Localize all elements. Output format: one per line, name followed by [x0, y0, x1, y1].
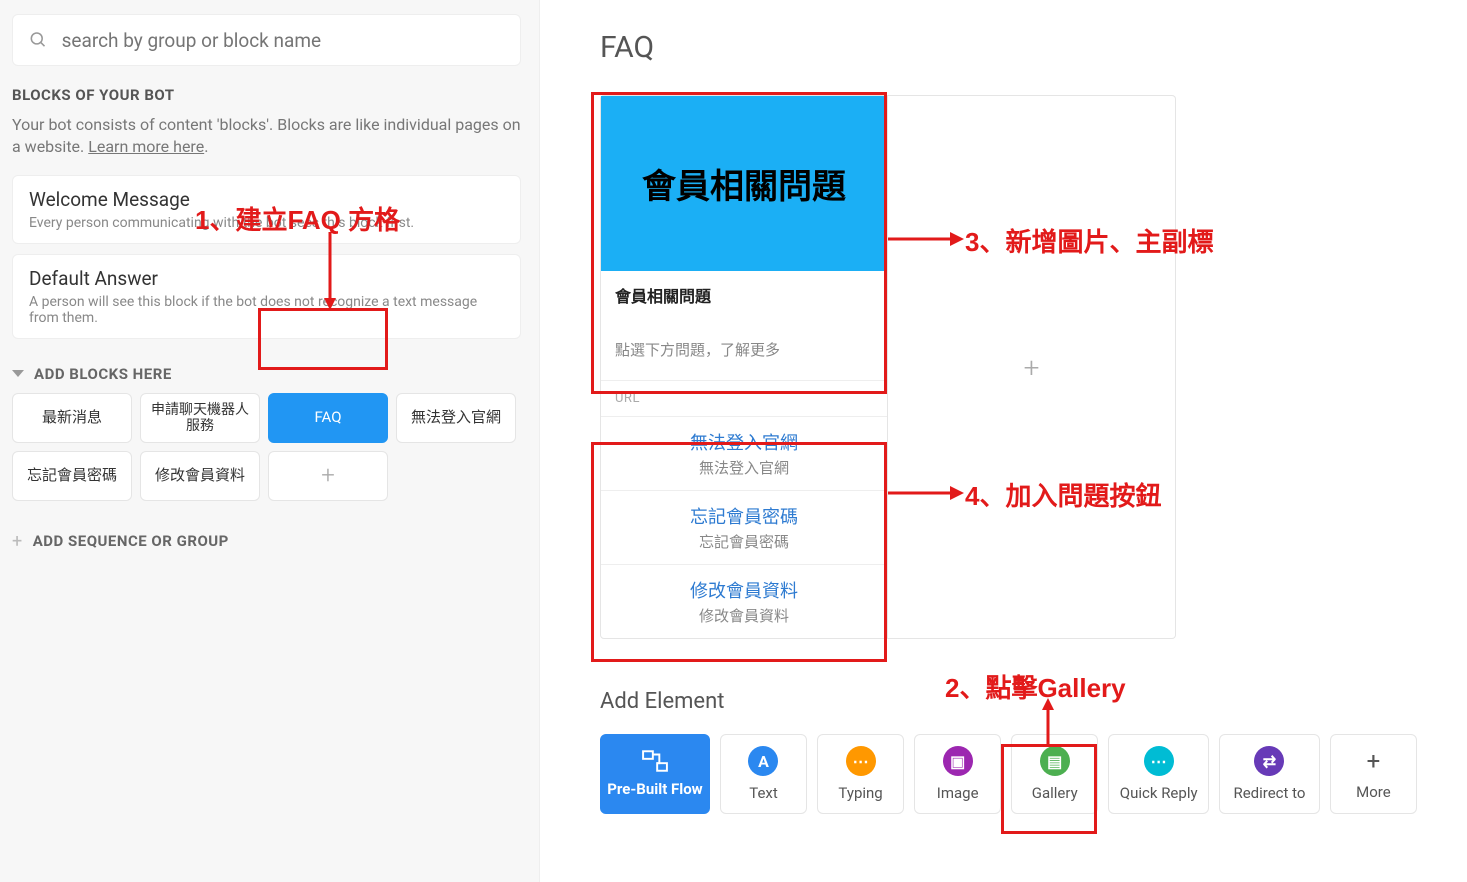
section-title: BLOCKS OF YOUR BOT — [12, 86, 521, 104]
image-icon: ▣ — [943, 746, 973, 776]
quick-reply-button[interactable]: ⋯ Quick Reply — [1108, 734, 1209, 814]
welcome-title: Welcome Message — [29, 188, 504, 211]
gallery-icon: ▤ — [1040, 746, 1070, 776]
blocks-grid: 最新消息 申請聊天機器人服務 FAQ 無法登入官網 忘記會員密碼 修改會員資料 … — [12, 393, 521, 501]
image-button[interactable]: ▣ Image — [914, 734, 1001, 814]
welcome-block[interactable]: Welcome Message Every person communicati… — [12, 175, 521, 244]
page-title: FAQ — [600, 30, 1417, 65]
default-block[interactable]: Default Answer A person will see this bl… — [12, 254, 521, 339]
default-title: Default Answer — [29, 267, 504, 290]
block-chip[interactable]: 最新消息 — [12, 393, 132, 443]
card-button-title: 無法登入官網 — [615, 429, 873, 455]
add-element-title: Add Element — [600, 689, 1417, 714]
welcome-desc: Every person communicating with the bot … — [29, 215, 504, 231]
card-body: 會員相關問題 點選下方問題，了解更多 — [601, 271, 887, 380]
card-buttons: 無法登入官網 無法登入官網 忘記會員密碼 忘記會員密碼 修改會員資料 修改會員資… — [601, 416, 887, 638]
block-chip[interactable]: 修改會員資料 — [140, 451, 260, 501]
add-group-row[interactable]: + ADD SEQUENCE OR GROUP — [12, 531, 521, 552]
text-button[interactable]: A Text — [720, 734, 807, 814]
flow-icon — [642, 750, 668, 772]
url-field[interactable]: URL — [601, 380, 887, 416]
card-title[interactable]: 會員相關問題 — [615, 283, 873, 307]
learn-more-link[interactable]: Learn more here — [88, 137, 204, 156]
search-input[interactable] — [62, 29, 504, 52]
card-button-title: 修改會員資料 — [615, 577, 873, 603]
sidebar: BLOCKS OF YOUR BOT Your bot consists of … — [0, 0, 540, 882]
gallery-editor: 會員相關問題 會員相關問題 點選下方問題，了解更多 URL 無法登入官網 無法登… — [600, 95, 1417, 639]
plus-icon: + — [12, 531, 23, 552]
card-button-title: 忘記會員密碼 — [615, 503, 873, 529]
redirect-button[interactable]: ⇄ Redirect to — [1219, 734, 1320, 814]
block-chip-faq[interactable]: FAQ — [268, 393, 388, 443]
add-group-label: ADD SEQUENCE OR GROUP — [33, 532, 229, 550]
group-header[interactable]: ADD BLOCKS HERE — [12, 365, 521, 383]
card-button-sub: 無法登入官網 — [615, 457, 873, 478]
section-desc: Your bot consists of content 'blocks'. B… — [12, 114, 521, 159]
card-image[interactable]: 會員相關問題 — [601, 96, 887, 271]
search-icon — [29, 30, 48, 50]
card-button-sub: 忘記會員密碼 — [615, 531, 873, 552]
gallery-card[interactable]: 會員相關問題 會員相關問題 點選下方問題，了解更多 URL 無法登入官網 無法登… — [600, 95, 888, 639]
add-card-button[interactable]: + — [888, 95, 1176, 639]
text-icon: A — [748, 746, 778, 776]
add-block-button[interactable]: + — [268, 451, 388, 501]
typing-button[interactable]: ⋯ Typing — [817, 734, 904, 814]
quick-reply-icon: ⋯ — [1144, 746, 1174, 776]
caret-down-icon — [12, 370, 24, 377]
plus-icon: + — [1024, 351, 1040, 384]
default-desc: A person will see this block if the bot … — [29, 294, 504, 326]
redirect-icon: ⇄ — [1254, 746, 1284, 776]
group-label: ADD BLOCKS HERE — [34, 365, 172, 383]
block-chip[interactable]: 無法登入官網 — [396, 393, 516, 443]
search-box[interactable] — [12, 14, 521, 66]
more-button[interactable]: + More — [1330, 734, 1417, 814]
card-button-sub: 修改會員資料 — [615, 605, 873, 626]
prebuilt-flow-button[interactable]: Pre-Built Flow — [600, 734, 710, 814]
card-button[interactable]: 修改會員資料 修改會員資料 — [601, 564, 887, 638]
plus-icon: + — [1367, 747, 1381, 775]
card-button[interactable]: 忘記會員密碼 忘記會員密碼 — [601, 490, 887, 564]
element-row: Pre-Built Flow A Text ⋯ Typing ▣ Image ▤… — [600, 734, 1417, 814]
block-chip[interactable]: 申請聊天機器人服務 — [140, 393, 260, 443]
gallery-button[interactable]: ▤ Gallery — [1011, 734, 1098, 814]
typing-icon: ⋯ — [846, 746, 876, 776]
main-area: FAQ 會員相關問題 會員相關問題 點選下方問題，了解更多 URL 無法登入官網… — [540, 0, 1467, 882]
card-button[interactable]: 無法登入官網 無法登入官網 — [601, 416, 887, 490]
card-subtitle[interactable]: 點選下方問題，了解更多 — [615, 339, 873, 360]
block-chip[interactable]: 忘記會員密碼 — [12, 451, 132, 501]
